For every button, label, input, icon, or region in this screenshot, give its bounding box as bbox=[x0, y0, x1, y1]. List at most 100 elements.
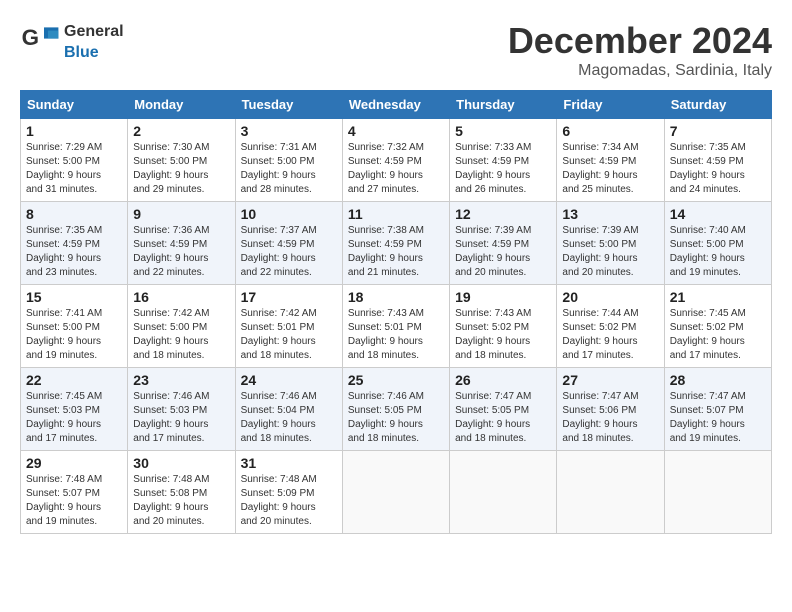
day-info: Sunrise: 7:46 AM Sunset: 5:04 PM Dayligh… bbox=[241, 390, 337, 446]
calendar-cell: 9 Sunrise: 7:36 AM Sunset: 4:59 PM Daylig… bbox=[128, 202, 235, 285]
day-number: 12 bbox=[455, 206, 551, 222]
calendar-cell: 16Sunrise: 7:42 AM Sunset: 5:00 PM Dayli… bbox=[128, 285, 235, 368]
calendar-cell: 2Sunrise: 7:30 AM Sunset: 5:00 PM Daylig… bbox=[128, 119, 235, 202]
calendar-cell: 31Sunrise: 7:48 AM Sunset: 5:09 PM Dayli… bbox=[235, 451, 342, 534]
weekday-header: Sunday bbox=[21, 91, 128, 119]
day-number: 30 bbox=[133, 455, 229, 471]
day-number: 2 bbox=[133, 123, 229, 139]
calendar-cell bbox=[342, 451, 449, 534]
day-number: 11 bbox=[348, 206, 444, 222]
calendar-cell: 27 Sunrise: 7:47 AM Sunset: 5:06 PM Dayli… bbox=[557, 368, 664, 451]
calendar-cell: 23Sunrise: 7:46 AM Sunset: 5:03 PM Dayli… bbox=[128, 368, 235, 451]
day-number: 5 bbox=[455, 123, 551, 139]
day-number: 22 bbox=[26, 372, 122, 388]
calendar-cell: 25 Sunrise: 7:46 AM Sunset: 5:05 PM Dayli… bbox=[342, 368, 449, 451]
calendar-cell: 11 Sunrise: 7:38 AM Sunset: 4:59 PM Dayli… bbox=[342, 202, 449, 285]
day-info: Sunrise: 7:42 AM Sunset: 5:00 PM Dayligh… bbox=[133, 307, 229, 363]
logo-icon: G bbox=[20, 21, 60, 61]
day-info: Sunrise: 7:31 AM Sunset: 5:00 PM Dayligh… bbox=[241, 141, 337, 197]
calendar-cell: 5Sunrise: 7:33 AM Sunset: 4:59 PM Daylig… bbox=[450, 119, 557, 202]
calendar-cell: 20Sunrise: 7:44 AM Sunset: 5:02 PM Dayli… bbox=[557, 285, 664, 368]
weekday-header: Thursday bbox=[450, 91, 557, 119]
day-number: 10 bbox=[241, 206, 337, 222]
day-info: Sunrise: 7:34 AM Sunset: 4:59 PM Dayligh… bbox=[562, 141, 658, 197]
day-info: Sunrise: 7:46 AM Sunset: 5:05 PM Dayligh… bbox=[348, 390, 444, 446]
month-title: December 2024 bbox=[508, 20, 772, 62]
calendar-week-row: 15 Sunrise: 7:41 AM Sunset: 5:00 PM Dayli… bbox=[21, 285, 772, 368]
calendar-cell: 15 Sunrise: 7:41 AM Sunset: 5:00 PM Dayli… bbox=[21, 285, 128, 368]
day-info: Sunrise: 7:41 AM Sunset: 5:00 PM Dayligh… bbox=[26, 307, 122, 363]
day-info: Sunrise: 7:36 AM Sunset: 4:59 PM Dayligh… bbox=[133, 224, 229, 280]
day-info: Sunrise: 7:43 AM Sunset: 5:01 PM Dayligh… bbox=[348, 307, 444, 363]
day-info: Sunrise: 7:32 AM Sunset: 4:59 PM Dayligh… bbox=[348, 141, 444, 197]
weekday-header: Wednesday bbox=[342, 91, 449, 119]
day-number: 29 bbox=[26, 455, 122, 471]
calendar-header-row: SundayMondayTuesdayWednesdayThursdayFrid… bbox=[21, 91, 772, 119]
calendar-cell: 17 Sunrise: 7:42 AM Sunset: 5:01 PM Dayli… bbox=[235, 285, 342, 368]
calendar-cell bbox=[450, 451, 557, 534]
day-number: 23 bbox=[133, 372, 229, 388]
day-info: Sunrise: 7:39 AM Sunset: 4:59 PM Dayligh… bbox=[455, 224, 551, 280]
logo: G General Blue bbox=[20, 20, 124, 62]
calendar-table: SundayMondayTuesdayWednesdayThursdayFrid… bbox=[20, 90, 772, 534]
day-info: Sunrise: 7:47 AM Sunset: 5:05 PM Dayligh… bbox=[455, 390, 551, 446]
calendar-cell: 6 Sunrise: 7:34 AM Sunset: 4:59 PM Daylig… bbox=[557, 119, 664, 202]
day-info: Sunrise: 7:35 AM Sunset: 4:59 PM Dayligh… bbox=[670, 141, 766, 197]
svg-text:G: G bbox=[22, 25, 39, 50]
calendar-cell: 10 Sunrise: 7:37 AM Sunset: 4:59 PM Dayli… bbox=[235, 202, 342, 285]
calendar-cell: 24 Sunrise: 7:46 AM Sunset: 5:04 PM Dayli… bbox=[235, 368, 342, 451]
day-info: Sunrise: 7:37 AM Sunset: 4:59 PM Dayligh… bbox=[241, 224, 337, 280]
day-number: 26 bbox=[455, 372, 551, 388]
calendar-cell: 19 Sunrise: 7:43 AM Sunset: 5:02 PM Dayli… bbox=[450, 285, 557, 368]
day-number: 20 bbox=[562, 289, 658, 305]
day-info: Sunrise: 7:38 AM Sunset: 4:59 PM Dayligh… bbox=[348, 224, 444, 280]
weekday-header: Tuesday bbox=[235, 91, 342, 119]
day-number: 24 bbox=[241, 372, 337, 388]
day-number: 3 bbox=[241, 123, 337, 139]
day-number: 27 bbox=[562, 372, 658, 388]
calendar-week-row: 1Sunrise: 7:29 AM Sunset: 5:00 PM Daylig… bbox=[21, 119, 772, 202]
calendar-week-row: 8Sunrise: 7:35 AM Sunset: 4:59 PM Daylig… bbox=[21, 202, 772, 285]
calendar-week-row: 22Sunrise: 7:45 AM Sunset: 5:03 PM Dayli… bbox=[21, 368, 772, 451]
calendar-cell: 14 Sunrise: 7:40 AM Sunset: 5:00 PM Dayli… bbox=[664, 202, 771, 285]
day-number: 25 bbox=[348, 372, 444, 388]
calendar-cell: 18 Sunrise: 7:43 AM Sunset: 5:01 PM Dayli… bbox=[342, 285, 449, 368]
page-header: G General Blue December 2024 Magomadas, … bbox=[20, 20, 772, 80]
calendar-cell: 4Sunrise: 7:32 AM Sunset: 4:59 PM Daylig… bbox=[342, 119, 449, 202]
calendar-cell: 30Sunrise: 7:48 AM Sunset: 5:08 PM Dayli… bbox=[128, 451, 235, 534]
day-info: Sunrise: 7:42 AM Sunset: 5:01 PM Dayligh… bbox=[241, 307, 337, 363]
calendar-cell: 12 Sunrise: 7:39 AM Sunset: 4:59 PM Dayli… bbox=[450, 202, 557, 285]
day-info: Sunrise: 7:47 AM Sunset: 5:07 PM Dayligh… bbox=[670, 390, 766, 446]
day-info: Sunrise: 7:48 AM Sunset: 5:09 PM Dayligh… bbox=[241, 473, 337, 529]
day-number: 9 bbox=[133, 206, 229, 222]
calendar-cell: 1Sunrise: 7:29 AM Sunset: 5:00 PM Daylig… bbox=[21, 119, 128, 202]
day-number: 17 bbox=[241, 289, 337, 305]
day-number: 28 bbox=[670, 372, 766, 388]
weekday-header: Monday bbox=[128, 91, 235, 119]
day-info: Sunrise: 7:43 AM Sunset: 5:02 PM Dayligh… bbox=[455, 307, 551, 363]
day-info: Sunrise: 7:39 AM Sunset: 5:00 PM Dayligh… bbox=[562, 224, 658, 280]
day-number: 21 bbox=[670, 289, 766, 305]
calendar-cell bbox=[557, 451, 664, 534]
day-number: 15 bbox=[26, 289, 122, 305]
day-number: 18 bbox=[348, 289, 444, 305]
calendar-week-row: 29 Sunrise: 7:48 AM Sunset: 5:07 PM Dayli… bbox=[21, 451, 772, 534]
day-info: Sunrise: 7:48 AM Sunset: 5:07 PM Dayligh… bbox=[26, 473, 122, 529]
day-number: 13 bbox=[562, 206, 658, 222]
day-info: Sunrise: 7:45 AM Sunset: 5:02 PM Dayligh… bbox=[670, 307, 766, 363]
weekday-header: Friday bbox=[557, 91, 664, 119]
calendar-cell: 28 Sunrise: 7:47 AM Sunset: 5:07 PM Dayli… bbox=[664, 368, 771, 451]
logo-text-blue: Blue bbox=[64, 44, 99, 61]
calendar-cell bbox=[664, 451, 771, 534]
calendar-cell: 29 Sunrise: 7:48 AM Sunset: 5:07 PM Dayli… bbox=[21, 451, 128, 534]
day-number: 1 bbox=[26, 123, 122, 139]
day-number: 14 bbox=[670, 206, 766, 222]
day-info: Sunrise: 7:40 AM Sunset: 5:00 PM Dayligh… bbox=[670, 224, 766, 280]
logo-text-general: General bbox=[64, 23, 124, 40]
day-number: 7 bbox=[670, 123, 766, 139]
day-number: 19 bbox=[455, 289, 551, 305]
day-number: 6 bbox=[562, 123, 658, 139]
calendar-cell: 22Sunrise: 7:45 AM Sunset: 5:03 PM Dayli… bbox=[21, 368, 128, 451]
location: Magomadas, Sardinia, Italy bbox=[508, 62, 772, 80]
day-info: Sunrise: 7:47 AM Sunset: 5:06 PM Dayligh… bbox=[562, 390, 658, 446]
